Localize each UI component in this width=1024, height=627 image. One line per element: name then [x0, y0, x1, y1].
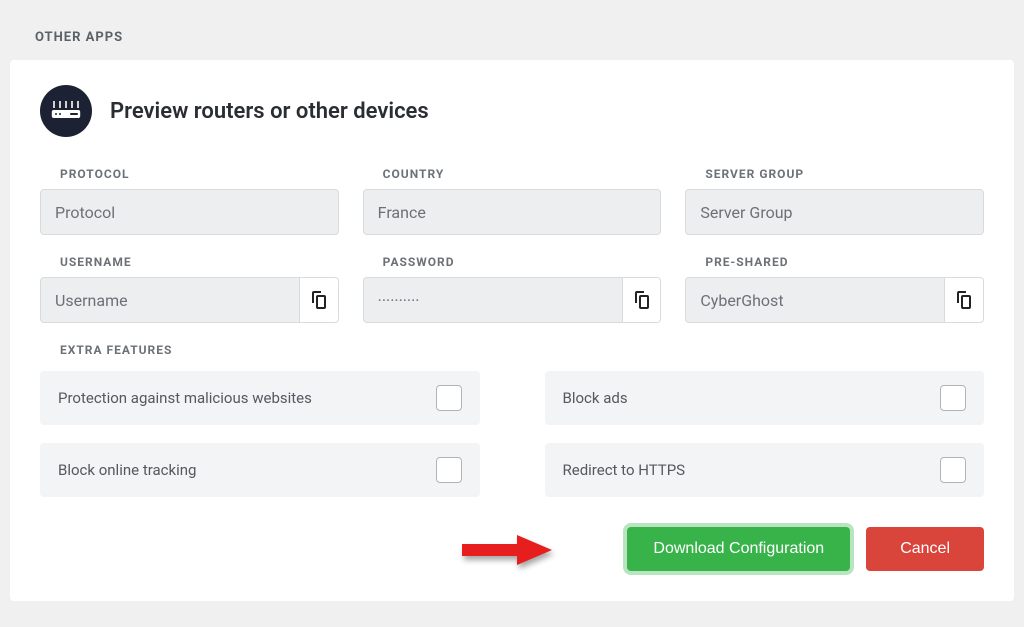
protocol-select[interactable]: Protocol: [40, 189, 339, 235]
username-label: USERNAME: [60, 255, 339, 269]
feature-tracking-label: Block online tracking: [58, 461, 196, 479]
feature-ads[interactable]: Block ads: [545, 371, 985, 425]
feature-ads-label: Block ads: [563, 389, 628, 407]
copy-preshared-button[interactable]: [944, 277, 984, 323]
feature-https-checkbox[interactable]: [940, 457, 966, 483]
extra-features-label: EXTRA FEATURES: [60, 343, 984, 357]
feature-tracking-checkbox[interactable]: [436, 457, 462, 483]
preshared-label: PRE-SHARED: [705, 255, 984, 269]
password-input[interactable]: ··········: [363, 277, 622, 323]
device-config-card: Preview routers or other devices PROTOCO…: [10, 60, 1014, 601]
password-label: PASSWORD: [383, 255, 662, 269]
feature-ads-checkbox[interactable]: [940, 385, 966, 411]
download-configuration-button[interactable]: Download Configuration: [627, 527, 850, 571]
page-header: OTHER APPS: [10, 10, 1014, 60]
server-group-label: SERVER GROUP: [705, 167, 984, 181]
feature-https-label: Redirect to HTTPS: [563, 461, 686, 479]
copy-icon: [311, 291, 327, 309]
cancel-button[interactable]: Cancel: [866, 527, 984, 571]
preshared-input[interactable]: CyberGhost: [685, 277, 944, 323]
country-select[interactable]: France: [363, 189, 662, 235]
arrow-annotation: [462, 535, 552, 569]
router-icon: [40, 85, 92, 137]
feature-tracking[interactable]: Block online tracking: [40, 443, 480, 497]
copy-icon: [956, 291, 972, 309]
country-label: COUNTRY: [383, 167, 662, 181]
copy-password-button[interactable]: [622, 277, 662, 323]
copy-icon: [634, 291, 650, 309]
feature-malicious-label: Protection against malicious websites: [58, 389, 312, 407]
protocol-label: PROTOCOL: [60, 167, 339, 181]
feature-https[interactable]: Redirect to HTTPS: [545, 443, 985, 497]
card-title-row: Preview routers or other devices: [40, 85, 984, 137]
username-input[interactable]: Username: [40, 277, 299, 323]
copy-username-button[interactable]: [299, 277, 339, 323]
feature-malicious-checkbox[interactable]: [436, 385, 462, 411]
server-group-select[interactable]: Server Group: [685, 189, 984, 235]
card-title: Preview routers or other devices: [110, 99, 429, 124]
feature-malicious[interactable]: Protection against malicious websites: [40, 371, 480, 425]
